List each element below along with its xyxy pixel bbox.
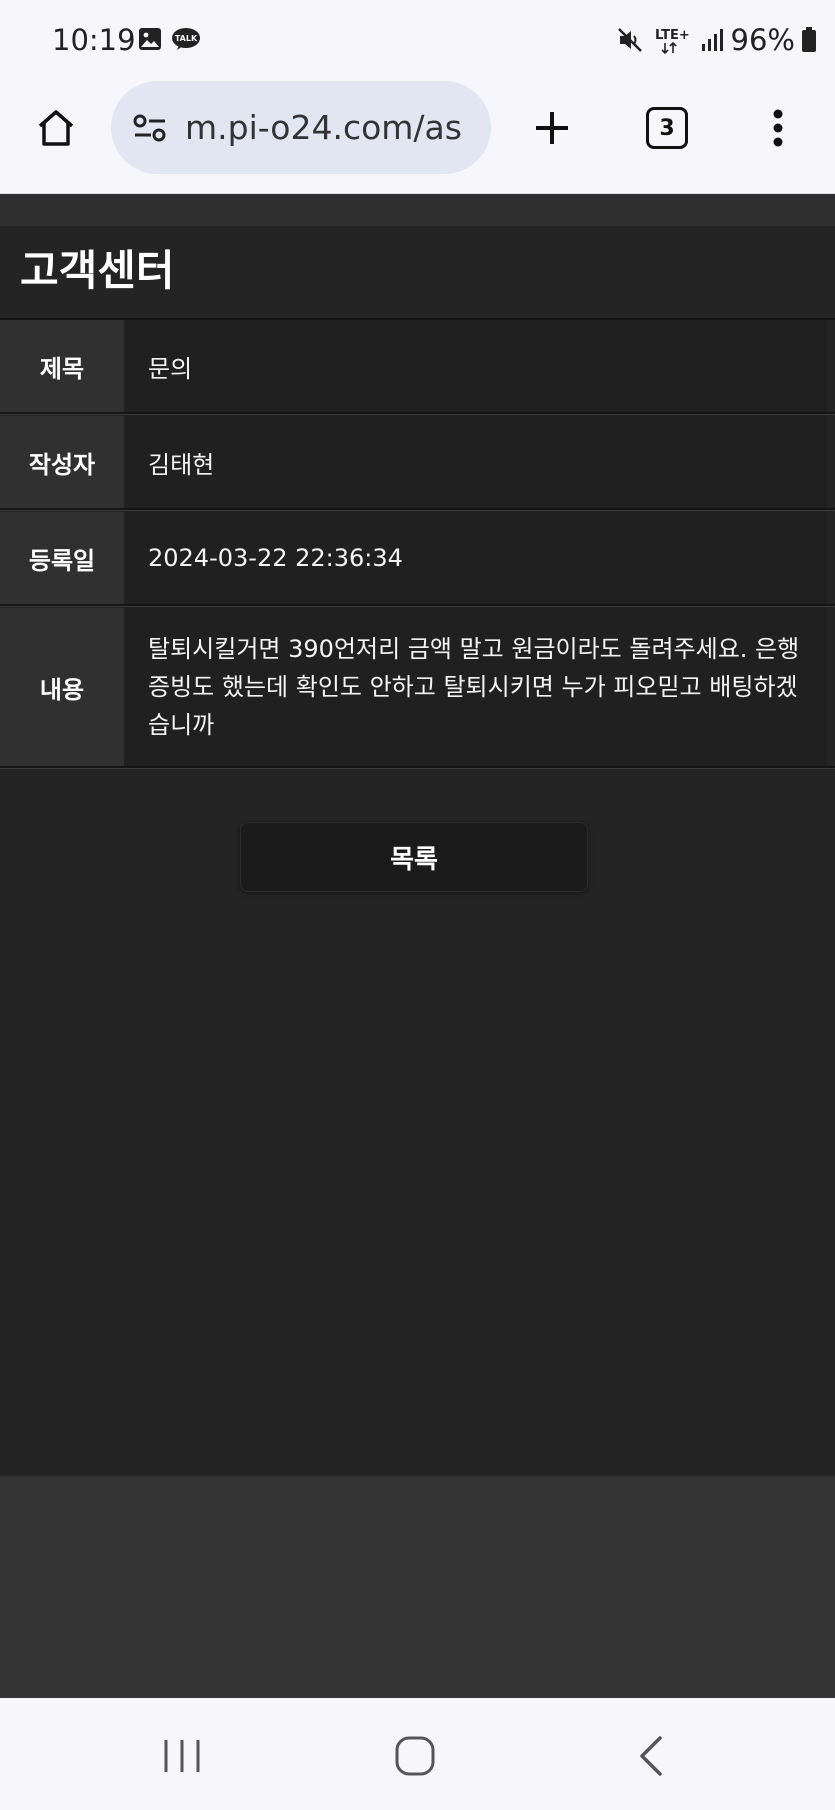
image-icon: [139, 28, 161, 50]
content-value: 탈퇴시킬거면 390언저리 금액 말고 원금이라도 돌려주세요. 은행증빙도 했…: [124, 608, 827, 766]
browser-home-button[interactable]: [30, 102, 82, 154]
kakao-talk-icon: TALK: [172, 28, 200, 50]
browser-toolbar: m.pi-o24.com/as 3: [0, 80, 835, 194]
author-value: 김태현: [124, 416, 827, 508]
date-label: 등록일: [0, 512, 124, 604]
tab-count-button[interactable]: 3: [646, 107, 688, 149]
row-content: 내용 탈퇴시킬거면 390언저리 금액 말고 원금이라도 돌려주세요. 은행증빙…: [0, 608, 835, 768]
status-bar: 10:19 TALK LTE+ 96%: [0, 0, 835, 80]
subject-label: 제목: [0, 320, 124, 412]
row-author: 작성자 김태현: [0, 416, 835, 510]
lte-icon: LTE+: [655, 28, 690, 55]
plus-icon: [536, 112, 568, 144]
inquiry-detail-table: 제목 문의 작성자 김태현 등록일 2024-03-22 22:36:34 내용…: [0, 318, 835, 770]
date-value: 2024-03-22 22:36:34: [124, 512, 827, 604]
page-title: 고객센터: [20, 246, 175, 295]
more-vert-icon: [773, 109, 783, 147]
battery-icon: [802, 27, 816, 52]
list-button[interactable]: 목록: [240, 822, 588, 892]
new-tab-button[interactable]: [526, 102, 578, 154]
mute-icon: [617, 28, 642, 52]
url-bar[interactable]: m.pi-o24.com/as: [111, 81, 491, 174]
browser-menu-button[interactable]: [758, 102, 798, 154]
battery-percent: 96%: [730, 23, 795, 57]
home-icon: [38, 110, 74, 146]
page-footer: [0, 1476, 835, 1698]
svg-text:TALK: TALK: [175, 34, 198, 43]
system-nav-bar: [0, 1698, 835, 1810]
content-label: 내용: [0, 608, 124, 766]
tune-icon[interactable]: [131, 112, 169, 144]
svg-text:LTE+: LTE+: [655, 28, 690, 43]
page-top-strip: [0, 194, 835, 226]
subject-value: 문의: [124, 320, 827, 412]
row-subject: 제목 문의: [0, 320, 835, 414]
author-label: 작성자: [0, 416, 124, 508]
recents-icon[interactable]: [158, 1736, 206, 1776]
status-right-group: LTE+ 96%: [617, 20, 817, 60]
status-time: 10:19: [52, 23, 136, 57]
url-text[interactable]: m.pi-o24.com/as: [185, 81, 485, 174]
row-date: 등록일 2024-03-22 22:36:34: [0, 512, 835, 606]
page-content: 고객센터 제목 문의 작성자 김태현 등록일 2024-03-22 22:36:…: [0, 194, 835, 1698]
back-icon[interactable]: [632, 1734, 672, 1778]
signal-icon: [701, 29, 723, 51]
home-circle-icon[interactable]: [393, 1734, 439, 1778]
